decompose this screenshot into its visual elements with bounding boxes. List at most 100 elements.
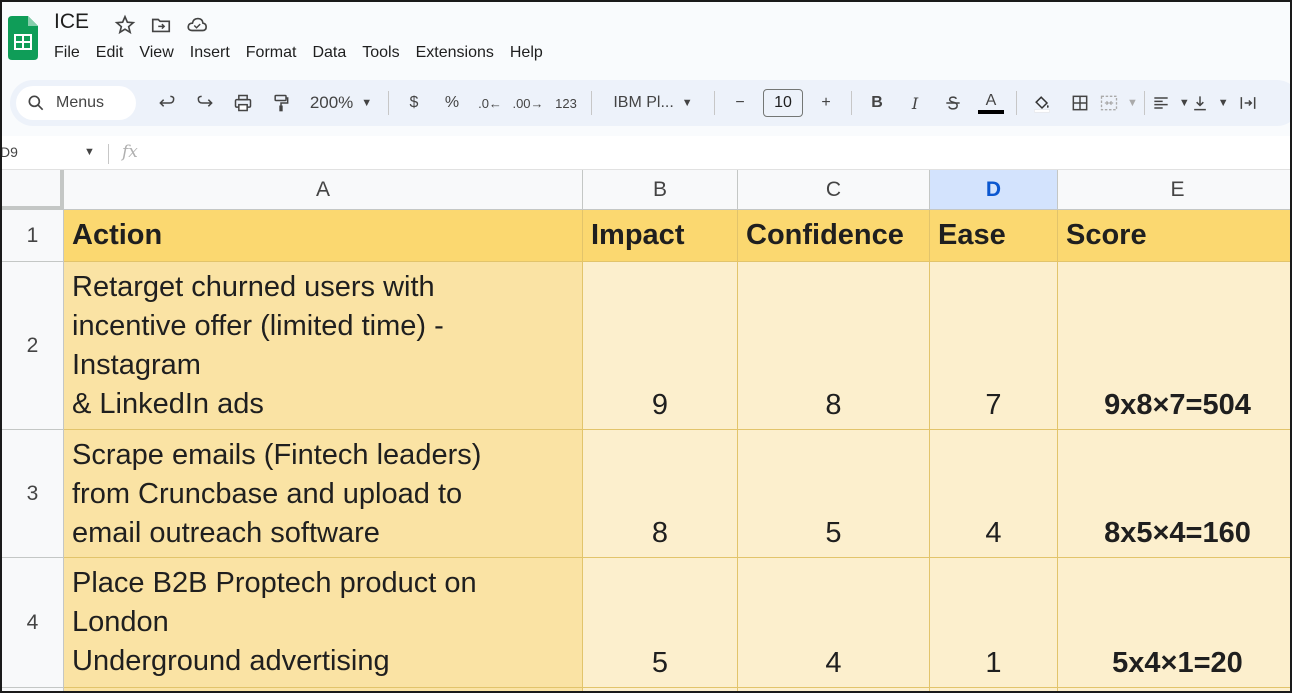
bold-button[interactable]: B bbox=[858, 86, 896, 120]
cell-a3-action[interactable]: Scrape emails (Fintech leaders) from Cru… bbox=[64, 430, 583, 558]
row-header-1[interactable]: 1 bbox=[2, 210, 64, 262]
decrease-font-size-button[interactable]: − bbox=[721, 86, 759, 120]
fill-color-button[interactable] bbox=[1023, 86, 1061, 120]
chevron-down-icon: ▼ bbox=[681, 97, 693, 109]
cell-c2-confidence[interactable]: 8 bbox=[738, 262, 930, 430]
borders-icon bbox=[1072, 95, 1088, 111]
row-header-3[interactable]: 3 bbox=[2, 430, 64, 558]
align-left-icon bbox=[1154, 97, 1168, 109]
toolbar-divider bbox=[388, 91, 389, 115]
font-select[interactable]: IBM Pl... ▼ bbox=[598, 86, 708, 120]
chevron-down-icon: ▼ bbox=[361, 97, 373, 109]
font-size-input[interactable]: 10 bbox=[763, 89, 803, 117]
menu-format[interactable]: Format bbox=[246, 44, 297, 62]
cloud-saved-icon[interactable] bbox=[186, 14, 208, 36]
row-header-5[interactable] bbox=[2, 688, 64, 691]
italic-button[interactable]: I bbox=[896, 86, 934, 120]
text-color-swatch bbox=[978, 110, 1004, 114]
row-header-4[interactable]: 4 bbox=[2, 558, 64, 688]
cell-d2-ease[interactable]: 7 bbox=[930, 262, 1058, 430]
column-header-e[interactable]: E bbox=[1058, 170, 1290, 210]
zoom-select[interactable]: 200% ▼ bbox=[300, 86, 382, 120]
sheets-logo-icon[interactable] bbox=[6, 16, 38, 60]
percent-format-button[interactable]: % bbox=[433, 86, 471, 120]
column-header-a[interactable]: A bbox=[64, 170, 583, 210]
toolbar: Menus 200% ▼ $ % .0 ← .00 → 123 IBM Pl... ▼ … bbox=[10, 80, 1290, 126]
document-title[interactable]: ICE bbox=[54, 10, 89, 34]
toolbar-divider bbox=[851, 91, 852, 115]
cell-a2-action[interactable]: Retarget churned users with incentive of… bbox=[64, 262, 583, 430]
print-button[interactable] bbox=[224, 86, 262, 120]
menu-edit[interactable]: Edit bbox=[96, 44, 124, 62]
cell-d4-ease[interactable]: 1 bbox=[930, 558, 1058, 688]
cell-d3-ease[interactable]: 4 bbox=[930, 430, 1058, 558]
vertical-align-button[interactable]: ▼ bbox=[1190, 86, 1229, 120]
title-bar: ICE File Edit View Insert Format Data To… bbox=[2, 2, 1290, 76]
sheets-window: ICE File Edit View Insert Format Data To… bbox=[0, 0, 1292, 693]
select-all-corner[interactable] bbox=[2, 170, 64, 210]
toolbar-divider bbox=[1143, 91, 1145, 115]
undo-button[interactable] bbox=[148, 86, 186, 120]
spreadsheet-grid: A B C D E 1 2 3 4 Action Impact Confiden… bbox=[2, 170, 1290, 691]
cell-b2-impact[interactable]: 9 bbox=[583, 262, 738, 430]
cell-e2-score[interactable]: 9x8×7=504 bbox=[1058, 262, 1290, 430]
cell-d5[interactable] bbox=[930, 688, 1058, 691]
strikethrough-icon bbox=[946, 96, 960, 110]
font-name: IBM Pl... bbox=[613, 94, 674, 111]
name-box[interactable]: D9 bbox=[2, 144, 18, 160]
redo-button[interactable] bbox=[186, 86, 224, 120]
menu-tools[interactable]: Tools bbox=[362, 44, 399, 62]
cell-a4-action[interactable]: Place B2B Proptech product on London Und… bbox=[64, 558, 583, 688]
row-header-2[interactable]: 2 bbox=[2, 262, 64, 430]
cell-e4-score[interactable]: 5x4×1=20 bbox=[1058, 558, 1290, 688]
text-wrap-icon bbox=[1240, 97, 1256, 109]
cell-c3-confidence[interactable]: 5 bbox=[738, 430, 930, 558]
borders-button[interactable] bbox=[1061, 86, 1099, 120]
text-color-label: A bbox=[985, 92, 997, 109]
currency-format-button[interactable]: $ bbox=[395, 86, 433, 120]
horizontal-align-button[interactable]: ▼ bbox=[1151, 86, 1190, 120]
cell-c5[interactable] bbox=[738, 688, 930, 691]
cell-e1-header-score[interactable]: Score bbox=[1058, 210, 1290, 262]
column-header-b[interactable]: B bbox=[583, 170, 738, 210]
menu-extensions[interactable]: Extensions bbox=[416, 44, 494, 62]
paint-format-icon bbox=[274, 94, 289, 112]
cell-e5[interactable] bbox=[1058, 688, 1290, 691]
menu-help[interactable]: Help bbox=[510, 44, 543, 62]
column-header-d[interactable]: D bbox=[930, 170, 1058, 210]
menu-data[interactable]: Data bbox=[312, 44, 346, 62]
strikethrough-button[interactable] bbox=[934, 86, 972, 120]
cell-c1-header-confidence[interactable]: Confidence bbox=[738, 210, 930, 262]
chevron-down-icon[interactable]: ▼ bbox=[84, 146, 95, 158]
zoom-value: 200% bbox=[309, 93, 354, 112]
menus-search-button[interactable]: Menus bbox=[16, 86, 136, 120]
column-header-c[interactable]: C bbox=[738, 170, 930, 210]
cell-b3-impact[interactable]: 8 bbox=[583, 430, 738, 558]
more-formats-button[interactable]: 123 bbox=[547, 86, 585, 120]
undo-icon bbox=[159, 95, 175, 107]
menu-file[interactable]: File bbox=[54, 44, 80, 62]
text-color-button[interactable]: A bbox=[972, 86, 1010, 120]
cell-e3-score[interactable]: 8x5×4=160 bbox=[1058, 430, 1290, 558]
increase-decimal-button[interactable]: .00 → bbox=[509, 86, 547, 120]
decrease-decimal-label: .0 bbox=[478, 95, 489, 111]
star-icon[interactable] bbox=[114, 14, 136, 36]
redo-icon bbox=[197, 95, 213, 107]
toolbar-divider bbox=[1016, 91, 1017, 115]
increase-font-size-button[interactable]: + bbox=[807, 86, 845, 120]
menus-search-label: Menus bbox=[56, 94, 105, 111]
text-wrapping-button[interactable] bbox=[1229, 86, 1267, 120]
cell-a5[interactable] bbox=[64, 688, 583, 691]
paint-format-button[interactable] bbox=[262, 86, 300, 120]
menu-insert[interactable]: Insert bbox=[190, 44, 230, 62]
cell-d1-header-ease[interactable]: Ease bbox=[930, 210, 1058, 262]
cell-a1-header-action[interactable]: Action bbox=[64, 210, 583, 262]
merge-cells-button[interactable]: ▼ bbox=[1099, 86, 1138, 120]
cell-b5[interactable] bbox=[583, 688, 738, 691]
menu-view[interactable]: View bbox=[139, 44, 173, 62]
move-to-folder-icon[interactable] bbox=[150, 14, 172, 36]
cell-b1-header-impact[interactable]: Impact bbox=[583, 210, 738, 262]
cell-b4-impact[interactable]: 5 bbox=[583, 558, 738, 688]
cell-c4-confidence[interactable]: 4 bbox=[738, 558, 930, 688]
decrease-decimal-button[interactable]: .0 ← bbox=[471, 86, 509, 120]
